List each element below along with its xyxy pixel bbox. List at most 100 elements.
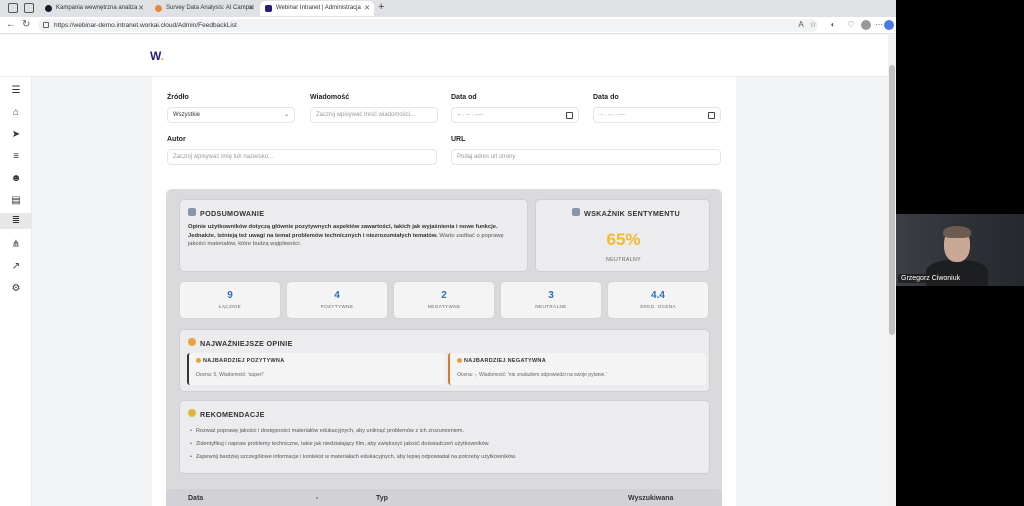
source-select[interactable]: Wszystkie ⌄ [167,107,295,123]
most-positive-opinion: NAJBARDZIEJ POZYTYWNA Ocena: 5, Wiadomoś… [187,353,445,385]
tab-label: Survey Data Analysis: AI Campai [166,5,254,11]
sentiment-label: NEUTRALNY [605,257,642,263]
date-to-value: -- . -- . ---- [599,112,625,118]
tab-label: Kampania wewnętrzna analiza [56,5,138,11]
menu-dots-icon[interactable]: ⋯ [874,20,884,30]
favorite-star-icon[interactable]: ☆ [808,20,818,30]
webcam-person-hair [943,226,971,238]
tab-survey[interactable]: Survey Data Analysis: AI Campai ✕ [150,1,258,16]
author-label: Autor [167,136,186,143]
sliders-icon[interactable]: ☰ [8,83,24,99]
workai-favicon-icon [45,5,52,12]
stat-value: 3 [548,290,554,301]
home-icon[interactable]: ⌂ [8,105,24,121]
gear-icon[interactable]: ⚙ [8,281,24,297]
survey-favicon-icon [155,5,162,12]
read-aloud-icon[interactable]: A [796,20,806,30]
source-selected-value: Wszystkie [173,112,200,118]
stat-value: 9 [227,290,233,301]
address-bar: ← ↻ https://webinar-demo.intranet.workai… [0,17,896,34]
star-badge-icon [188,338,196,346]
summary-title: PODSUMOWANIE [200,209,265,218]
stat-label: NEGATYWNE [427,304,461,309]
new-tab-icon[interactable]: + [378,1,384,13]
most-positive-text: Ocena: 5, Wiadomość: 'super!' [196,372,264,378]
calendar-icon[interactable] [708,112,715,119]
lightbulb-icon [188,409,196,417]
page-scrollbar[interactable] [888,35,896,506]
extension-icon[interactable]: ◐ [828,20,838,30]
message-placeholder: Zacznij wpisywać treść wiadomości... [316,112,416,118]
sentiment-value: 65% [606,230,641,249]
url-input[interactable]: Podaj adres url strony [451,149,721,165]
tab-kampania[interactable]: Kampania wewnętrzna analiza ✕ [40,1,148,16]
recommendations-card: REKOMENDACJE Rozważ poprawę jakości i do… [179,400,710,474]
book-icon[interactable]: ▤ [8,193,24,209]
profile-avatar-icon[interactable] [861,20,871,30]
list-icon[interactable]: ≡ [8,149,24,165]
date-to-input[interactable]: -- . -- . ---- [593,107,721,123]
date-from-input[interactable]: -- . -- . ---- [451,107,579,123]
date-from-value: -- . -- . ---- [457,112,483,118]
webcam-overlay: Grzegorz Ciwoniuk [896,214,1024,286]
users-icon[interactable]: ☻ [8,171,24,187]
tab-bar: Kampania wewnętrzna analiza ✕ Survey Dat… [0,0,896,17]
close-icon[interactable]: ✕ [248,4,254,12]
most-positive-title: NAJBARDZIEJ POZYTYWNA [203,358,285,364]
stat-value: 4.4 [651,290,665,301]
author-placeholder: Zacznij wpisywać imię lub nazwisko... [173,154,274,160]
chart-trend-icon[interactable]: ↗ [8,259,24,275]
stat-negative: 2 NEGATYWNE [393,281,495,319]
sort-indicator[interactable]: - [316,495,318,502]
message-label: Wiadomość [310,94,350,101]
send-icon[interactable]: ➤ [8,127,24,143]
stat-label: NEUTRALNE [535,304,567,309]
column-header-type[interactable]: Typ [376,495,388,502]
close-icon[interactable]: ✕ [364,4,370,12]
browser-window: Kampania wewnętrzna analiza ✕ Survey Dat… [0,0,896,506]
workai-logo[interactable]: W. [150,49,164,63]
recommendations-title: REKOMENDACJE [200,410,265,419]
back-icon[interactable]: ← [6,19,16,30]
copilot-icon[interactable] [884,20,894,30]
feedback-list-icon[interactable]: ≣ [0,213,32,229]
column-header-date[interactable]: Data [188,495,203,502]
most-negative-title: NAJBARDZIEJ NEGATYWNA [464,358,546,364]
clipboard-icon [188,208,196,216]
stat-average-rating: 4.4 ŚRED. OCENA [607,281,709,319]
chevron-down-icon: ⌄ [283,112,289,118]
stat-positive: 4 POZYTYWNE [286,281,388,319]
stat-neutral: 3 NEUTRALNE [500,281,602,319]
message-input[interactable]: Zacznij wpisywać treść wiadomości... [310,107,438,123]
top-opinions-title: NAJWAŻNIEJSZE OPINIE [200,339,293,348]
stat-value: 4 [334,290,340,301]
top-bar: W. [0,35,888,77]
close-icon[interactable]: ✕ [138,4,144,12]
ai-analysis-section: PODSUMOWANIE Opinie użytkowników dotyczą… [166,189,722,506]
feedback-list-panel: Źródło Wszystkie ⌄ Wiadomość Zacznij wpi… [152,77,736,506]
lock-icon [43,22,49,28]
stat-total: 9 ŁĄCZNIE [179,281,281,319]
calendar-icon[interactable] [566,112,573,119]
logo-dot: . [160,49,165,63]
page: W. ☰ ⌂ ➤ ≡ ☻ ▤ ≣ ⋔ ↗ ⚙ Źródło Wszystkie … [0,35,888,506]
sentiment-title: WSKAŹNIK SENTYMENTU [584,209,680,218]
url-label: URL [451,136,466,143]
sidebar-toggle-icon[interactable] [8,3,18,13]
logo-letter: W [150,49,161,63]
date-from-label: Data od [451,94,477,101]
stat-value: 2 [441,290,447,301]
reload-icon[interactable]: ↻ [22,19,30,30]
author-input[interactable]: Zacznij wpisywać imię lub nazwisko... [167,149,437,165]
url-field[interactable]: https://webinar-demo.intranet.workai.clo… [38,19,818,32]
thumbs-down-icon [457,358,462,363]
favorites-icon[interactable]: ♡ [846,20,856,30]
tab-webinar-intranet[interactable]: Webinar Intranet | Administracja ✕ [260,1,374,16]
tab-actions-icon[interactable] [24,3,34,13]
recommendation-item: Zidentyfikuj i napraw problemy techniczn… [190,441,490,447]
most-negative-opinion: NAJBARDZIEJ NEGATYWNA Ocena: -, Wiadomoś… [448,353,706,385]
column-header-search[interactable]: Wyszukiwana [628,495,673,502]
recommendation-item: Rozważ poprawę jakości i dostępności mat… [190,428,464,434]
network-icon[interactable]: ⋔ [8,237,24,253]
scrollbar-thumb[interactable] [889,65,895,335]
